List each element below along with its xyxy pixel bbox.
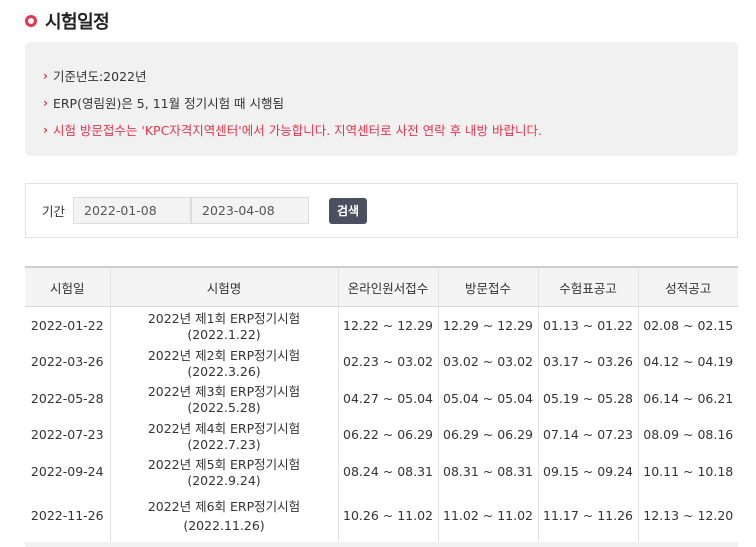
admission-ticket-period: 03.17 ~ 03.26: [537, 343, 638, 380]
chevron-right-icon: ›: [43, 95, 48, 110]
table-row: 2022-03-26 2022년 제2회 ERP정기시험(2022.3.26) …: [25, 343, 738, 380]
notice-text: ERP(영림원)은 5, 11월 정기시험 때 시행됨: [52, 96, 285, 111]
exam-name-line: (2022.11.26): [183, 517, 265, 533]
notice-line: › 기준년도:2022년: [43, 62, 738, 89]
visit-application-period: 12.29 ~ 12.29: [437, 306, 538, 344]
exam-date: 2022-05-28: [30, 390, 104, 406]
exam-name: 2022년 제5회 ERP정기시험(2022.9.24): [109, 453, 338, 490]
result-announcement-period: 06.14 ~ 06.21: [637, 380, 738, 417]
result-announcement-period: 04.12 ~ 04.19: [637, 343, 738, 380]
exam-date: 2022-03-26: [30, 354, 104, 370]
online-application-period: 10.26 ~ 11.02: [337, 489, 438, 542]
section-divider: [25, 542, 738, 547]
column-header: 온라인원서접수: [337, 266, 438, 307]
page-header: 시험일정: [25, 8, 110, 34]
online-application-period: 02.23 ~ 03.02: [337, 343, 438, 380]
exam-name: 2022년 제2회 ERP정기시험(2022.3.26): [109, 343, 338, 380]
result-announcement-period: 12.13 ~ 12.20: [637, 489, 738, 542]
table-row: 2022-11-26 2022년 제6회 ERP정기시험 (2022.11.26…: [25, 489, 738, 542]
chevron-right-icon: ›: [43, 122, 48, 137]
visit-application-period: 06.29 ~ 06.29: [437, 416, 538, 453]
table-row: 2022-07-23 2022년 제4회 ERP정기시험(2022.7.23) …: [25, 416, 738, 453]
exam-date: 2022-11-26: [30, 508, 104, 523]
column-header: 시험명: [109, 266, 338, 307]
exam-date: 2022-01-22: [30, 317, 104, 333]
exam-date: 2022-07-23: [30, 427, 104, 443]
notice-text: 기준년도:2022년: [52, 69, 147, 84]
visit-application-period: 11.02 ~ 11.02: [437, 489, 538, 542]
exam-name: 2022년 제1회 ERP정기시험(2022.1.22): [109, 306, 338, 344]
result-announcement-period: 08.09 ~ 08.16: [637, 416, 738, 453]
exam-name: 2022년 제4회 ERP정기시험(2022.7.23): [109, 416, 338, 453]
table-row: 2022-01-22 2022년 제1회 ERP정기시험(2022.1.22) …: [25, 306, 738, 344]
result-announcement-period: 10.11 ~ 10.18: [637, 453, 738, 490]
visit-application-period: 03.02 ~ 03.02: [437, 343, 538, 380]
visit-application-period: 08.31 ~ 08.31: [437, 453, 538, 490]
online-application-period: 06.22 ~ 06.29: [337, 416, 438, 453]
exam-name: 2022년 제3회 ERP정기시험(2022.5.28): [109, 380, 338, 417]
bullet-circle-icon: [25, 15, 37, 27]
admission-ticket-period: 09.15 ~ 09.24: [537, 453, 638, 490]
page-title: 시험일정: [45, 12, 110, 33]
visit-application-period: 05.04 ~ 05.04: [437, 380, 538, 417]
online-application-period: 08.24 ~ 08.31: [337, 453, 438, 490]
notice-text: 시험 방문접수는 'KPC자격지역센터'에서 가능합니다. 지역센터로 사전 연…: [52, 123, 542, 138]
table-row: 2022-09-24 2022년 제5회 ERP정기시험(2022.9.24) …: [25, 453, 738, 490]
chevron-right-icon: ›: [43, 68, 48, 83]
period-label: 기간: [42, 204, 66, 219]
column-header: 수험표공고: [537, 266, 638, 307]
notice-line: › ERP(영림원)은 5, 11월 정기시험 때 시행됨: [43, 89, 738, 116]
table-row: 2022-05-28 2022년 제3회 ERP정기시험(2022.5.28) …: [25, 380, 738, 417]
online-application-period: 04.27 ~ 05.04: [337, 380, 438, 417]
column-header: 방문접수: [437, 266, 538, 307]
column-header: 시험일: [25, 266, 110, 307]
exam-schedule-table: 시험일 시험명 온라인원서접수 방문접수 수험표공고 성적공고 2022-01-…: [25, 266, 738, 542]
admission-ticket-period: 07.14 ~ 07.23: [537, 416, 638, 453]
notice-line-highlight: › 시험 방문접수는 'KPC자격지역센터'에서 가능합니다. 지역센터로 사전…: [43, 116, 738, 143]
table-header-row: 시험일 시험명 온라인원서접수 방문접수 수험표공고 성적공고: [25, 266, 738, 307]
column-header: 성적공고: [637, 266, 738, 307]
notice-box: › 기준년도:2022년 › ERP(영림원)은 5, 11월 정기시험 때 시…: [25, 42, 738, 156]
search-button[interactable]: 검색: [329, 197, 368, 224]
exam-date: 2022-09-24: [30, 463, 104, 479]
result-announcement-period: 02.08 ~ 02.15: [637, 306, 738, 344]
online-application-period: 12.22 ~ 12.29: [337, 306, 438, 344]
exam-name: 2022년 제6회 ERP정기시험 (2022.11.26): [109, 489, 338, 542]
end-date-input[interactable]: [191, 197, 310, 224]
admission-ticket-period: 01.13 ~ 01.22: [537, 306, 638, 344]
date-search-panel: 기간 검색: [25, 183, 738, 238]
exam-name-line: 2022년 제6회 ERP정기시험: [147, 498, 301, 514]
admission-ticket-period: 05.19 ~ 05.28: [537, 380, 638, 417]
admission-ticket-period: 11.17 ~ 11.26: [537, 489, 638, 542]
start-date-input[interactable]: [73, 197, 192, 224]
